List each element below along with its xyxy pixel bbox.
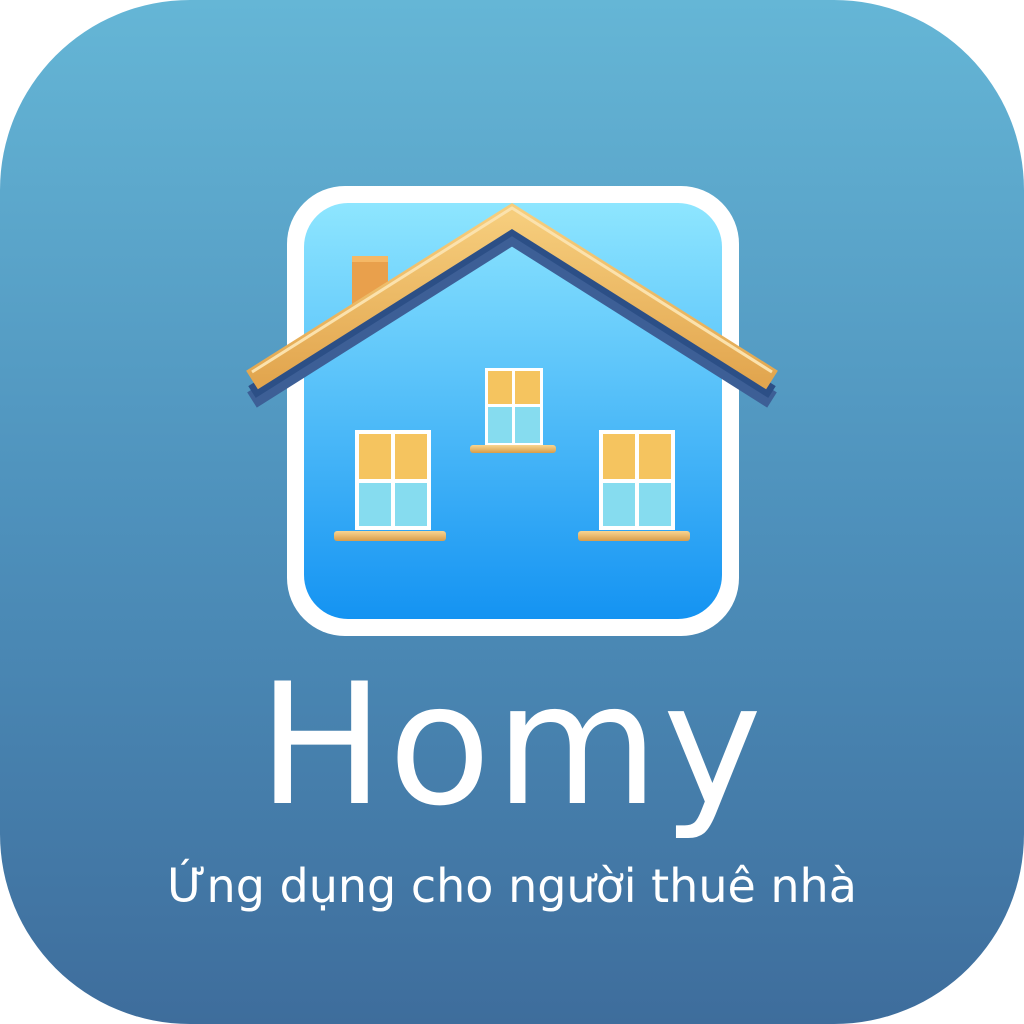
window-sill — [334, 531, 446, 541]
window-sill — [578, 531, 690, 541]
brand-name: Homy — [257, 647, 767, 843]
window-sill — [470, 445, 556, 453]
house-icon — [246, 186, 778, 636]
app-icon[interactable]: Homy Ứng dụng cho người thuê nhà — [0, 0, 1024, 1024]
tagline: Ứng dụng cho người thuê nhà — [167, 859, 857, 913]
